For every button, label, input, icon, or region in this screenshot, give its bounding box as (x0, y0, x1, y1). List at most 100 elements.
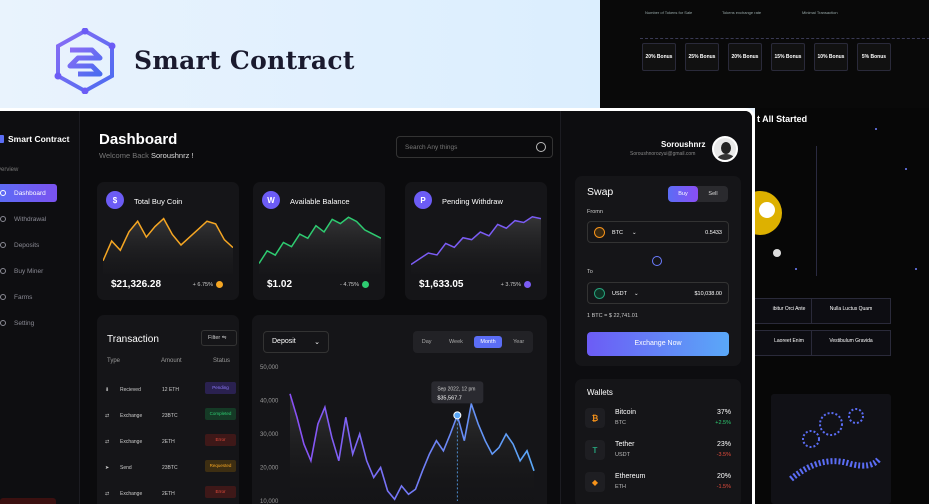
wallet-change: -1.5% (716, 484, 731, 490)
table-row[interactable]: ⇄ Exchange 23BTC Completed (105, 408, 237, 426)
wallet-row[interactable]: ◆ Ethereum ETH 20% -1.5% (585, 471, 733, 495)
sidebar-item-label: Farms (14, 293, 33, 301)
deposits-icon (0, 242, 6, 248)
sidebar-item-withdrawal[interactable]: Withdrawal (0, 210, 57, 228)
exchange-icon: ⇄ (105, 491, 110, 497)
wallet-name: Ethereum (615, 473, 646, 480)
page-title: Dashboard (99, 131, 178, 148)
wallet-name: Tether (615, 441, 635, 448)
wallet-percent: 23% (716, 441, 731, 448)
row-amount: 2ETH (162, 439, 175, 445)
table-row[interactable]: ⇄ Exchange 2ETH Error (105, 486, 237, 504)
row-amount: 12 ETH (162, 387, 179, 393)
search-input[interactable]: Search Any things (396, 136, 553, 158)
sidebar-item-label: Deposits (14, 241, 40, 249)
star-icon (875, 128, 877, 130)
exchange-icon: ⇄ (105, 413, 110, 419)
bonus-label: 5% Bonus (861, 54, 887, 60)
tab-year[interactable]: Year (507, 336, 530, 348)
from-label: Fromn (587, 209, 603, 215)
kpi-change-text: + 3.75% (500, 281, 521, 288)
tab-day[interactable]: Day (416, 336, 438, 348)
gear-icon (0, 320, 6, 326)
sidebar-item-farms[interactable]: Farms (0, 288, 57, 306)
wallets-card: Wallets ₿ Bitcoin BTC 37% +2.5% T Tether… (575, 379, 741, 504)
bonus-card: 15% Bonus (771, 43, 805, 71)
welcome-text: Welcome Back Soroushnrz ! (99, 151, 194, 160)
bonus-label: 15% Bonus (774, 54, 802, 60)
sell-tab[interactable]: Sell (698, 186, 728, 202)
roadmap-box-label: Laoreet Enim (774, 338, 804, 344)
deposit-area-chart: 50,000 40,000 30,000 20,000 10,000 Sep 2022, … (260, 365, 535, 504)
glow-orb-icon (755, 191, 782, 257)
y-tick-label: 30,000 (260, 432, 279, 438)
deposit-select[interactable]: Deposit ⌄ (263, 331, 329, 353)
tab-week[interactable]: Week (443, 336, 469, 348)
stat-label: Tokens exchange rate (722, 10, 762, 15)
status-badge: Error (205, 486, 236, 498)
stat-label: Minimal Transaction (802, 10, 838, 15)
kpi-card-pending-withdraw: P Pending Withdraw $1,633.05 + 3.75% (405, 182, 547, 300)
roadmap-box-label: ibitur Orci Ante (772, 306, 806, 312)
row-amount: 23BTC (162, 413, 178, 419)
status-badge: Pending (205, 382, 236, 394)
y-tick-label: 40,000 (260, 399, 279, 405)
exchange-now-button[interactable]: Exchange Now (587, 332, 729, 356)
wallet-change: -3.5% (716, 452, 731, 458)
kpi-change-text: + 6.75% (192, 281, 213, 288)
wallet-symbol: ETH (615, 484, 626, 490)
table-row[interactable]: ⬇ Recieved 12 ETH Pending (105, 382, 237, 400)
wallet-percent: 37% (716, 409, 731, 416)
transaction-card: Transaction Filter ⇋ Type Amount Status … (97, 315, 239, 504)
roadmap-box-label: Nulla Luctus Quam (829, 306, 873, 312)
logout-button[interactable] (0, 498, 56, 504)
swap-direction-icon[interactable] (652, 256, 662, 266)
table-row[interactable]: ⇄ Exchange 2ETH Error (105, 434, 237, 452)
chevron-down-icon: ⌄ (632, 230, 637, 236)
dashboard-icon (0, 190, 6, 196)
to-coin-field[interactable]: USDT ⌄ $10,038.00 (587, 282, 729, 304)
hand-molecule-icon (789, 408, 882, 482)
right-panel: Soroushnrz Soroushnorozyui@gmail.com Swa… (560, 111, 752, 504)
sidebar-item-buy-miner[interactable]: Buy Miner (0, 262, 57, 280)
sidebar-item-setting[interactable]: Setting (0, 314, 57, 332)
status-badge: Completed (205, 408, 236, 420)
table-row[interactable]: ➤ Send 23BTC Requested (105, 460, 237, 478)
avatar[interactable] (712, 136, 738, 162)
sparkline-area (259, 217, 381, 274)
tab-month[interactable]: Month (474, 336, 502, 348)
row-amount: 2ETH (162, 491, 175, 497)
to-amount: $10,038.00 (694, 291, 722, 297)
status-badge: Error (205, 434, 236, 446)
kpi-card-available-balance: W Available Balance $1.02 - 4.75% (253, 182, 385, 300)
bonus-label: 25% Bonus (688, 54, 716, 60)
status-badge: Requested (205, 460, 236, 472)
wallet-row[interactable]: ₿ Bitcoin BTC 37% +2.5% (585, 407, 733, 431)
deposit-select-value: Deposit (272, 338, 296, 345)
coin-icon: $ (106, 191, 124, 209)
brand-banner: Smart Contract (0, 0, 600, 108)
swap-title: Swap (587, 186, 614, 198)
sidebar-item-label: Buy Miner (14, 267, 44, 275)
kpi-change-text: - 4.75% (340, 281, 359, 288)
buy-tab[interactable]: Buy (668, 186, 698, 202)
from-amount: 0.5433 (705, 230, 722, 236)
deposit-area (290, 393, 534, 501)
bitcoin-icon: ₿ (585, 408, 605, 428)
filter-label: Filter (208, 335, 221, 341)
wallet-percent: 20% (716, 473, 731, 480)
sidebar-item-dashboard[interactable]: Dashboard (0, 184, 57, 202)
from-coin-field[interactable]: BTC ⌄ 0.5433 (587, 221, 729, 243)
wallet-row[interactable]: T Tether USDT 23% -3.5% (585, 439, 733, 463)
to-coin: USDT (612, 291, 627, 297)
kpi-card-total-buy-coin: $ Total Buy Coin $21,326.28 + 6.75% (97, 182, 239, 300)
withdraw-icon: P (414, 191, 432, 209)
filter-button[interactable]: Filter ⇋ (201, 330, 237, 346)
search-icon (536, 142, 546, 152)
bonus-card: 20% Bonus (642, 43, 676, 71)
sidebar-item-deposits[interactable]: Deposits (0, 236, 57, 254)
kpi-value: $1.02 (267, 279, 293, 290)
wallets-title: Wallets (587, 388, 613, 397)
bonus-label: 20% Bonus (645, 54, 673, 60)
y-tick-label: 20,000 (260, 466, 279, 472)
